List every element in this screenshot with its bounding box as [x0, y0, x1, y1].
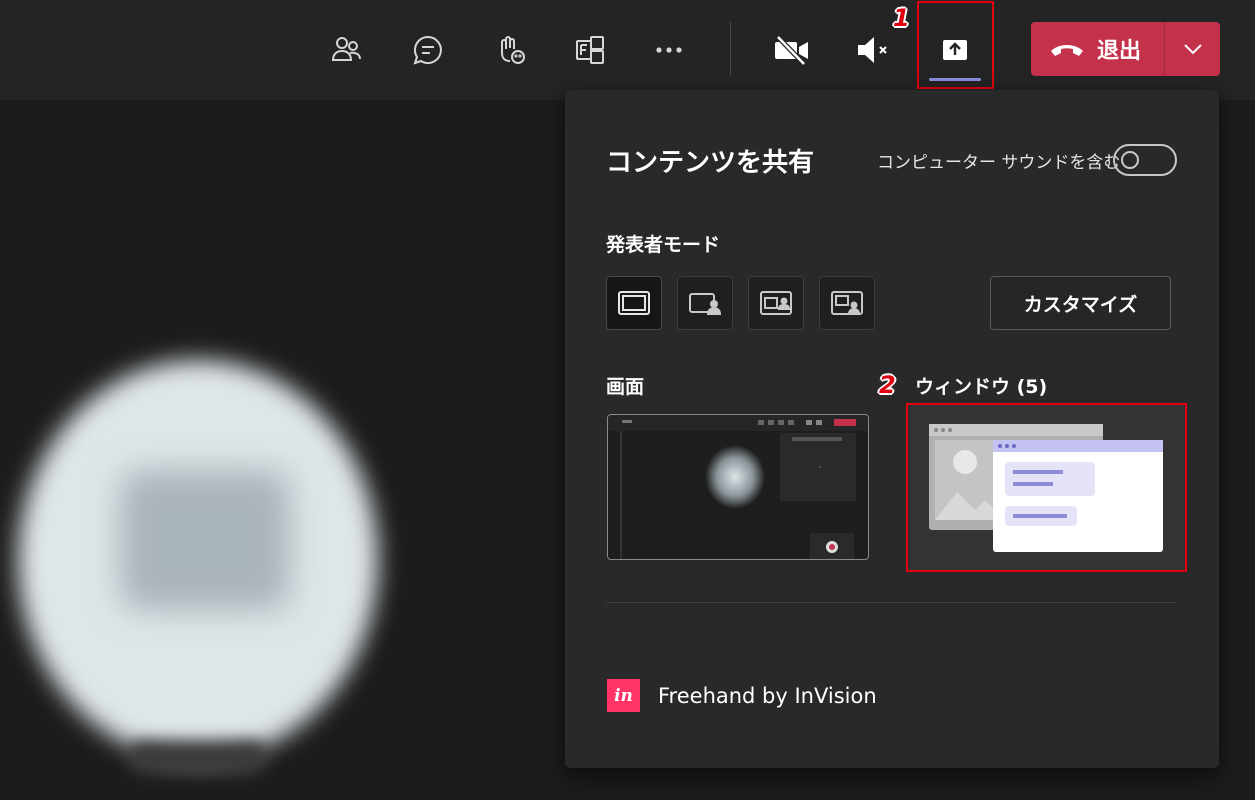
side-by-side-icon: [760, 291, 792, 315]
window-section-label: ウィンドウ (5): [915, 376, 1048, 398]
leave-options-button[interactable]: [1165, 22, 1220, 76]
hang-up-icon: [1051, 45, 1083, 56]
panel-title: コンテンツを共有: [606, 148, 815, 178]
screen-share-thumbnail[interactable]: [607, 414, 869, 560]
customize-button[interactable]: カスタマイズ: [990, 276, 1171, 330]
screen-section-label: 画面: [606, 376, 645, 398]
participants-icon: [331, 37, 361, 61]
freehand-app-option[interactable]: Freehand by InVision: [658, 684, 877, 708]
chevron-down-icon: [1183, 44, 1202, 55]
more-options-button[interactable]: [641, 22, 697, 78]
leave-label: 退出: [1097, 39, 1142, 64]
screen-preview-graphic: [608, 415, 868, 559]
presenter-mode-standout[interactable]: [677, 276, 733, 330]
annotation-box-step2: [906, 403, 1187, 572]
standout-icon: [689, 293, 722, 315]
participants-button[interactable]: [318, 22, 374, 78]
reporter-icon: [831, 291, 863, 315]
chat-button[interactable]: [400, 22, 456, 78]
content-only-icon: [618, 291, 650, 315]
leave-button[interactable]: 退出: [1031, 22, 1220, 76]
presenter-mode-content-only[interactable]: [606, 276, 662, 330]
toggle-knob: [1121, 151, 1139, 169]
include-sound-toggle[interactable]: [1113, 144, 1177, 176]
raise-hand-icon: [501, 36, 525, 64]
camera-off-icon: [775, 35, 808, 66]
annotation-number-step2: 2: [879, 371, 896, 399]
panel-divider: [606, 602, 1176, 603]
leave-main-button[interactable]: 退出: [1031, 22, 1164, 76]
chat-icon: [413, 35, 442, 65]
participant-avatar-initials: [120, 470, 290, 610]
freehand-app-icon: in: [607, 679, 640, 712]
reactions-button[interactable]: [482, 22, 538, 78]
include-sound-label: コンピューター サウンドを含む: [877, 153, 1121, 173]
participant-name-blurred: [128, 740, 268, 774]
presenter-mode-reporter[interactable]: [819, 276, 875, 330]
apps-icon: [576, 36, 604, 64]
camera-button[interactable]: [764, 22, 820, 78]
mic-muted-icon: [858, 37, 887, 63]
annotation-number-step1: 1: [893, 4, 910, 32]
more-options-icon: [656, 47, 682, 53]
meeting-toolbar: 退出: [0, 0, 1255, 100]
annotation-box-step1: [917, 1, 994, 89]
presenter-mode-label: 発表者モード: [606, 234, 721, 256]
apps-button[interactable]: [562, 22, 618, 78]
toolbar-divider: [730, 22, 731, 76]
presenter-mode-side-by-side[interactable]: [748, 276, 804, 330]
